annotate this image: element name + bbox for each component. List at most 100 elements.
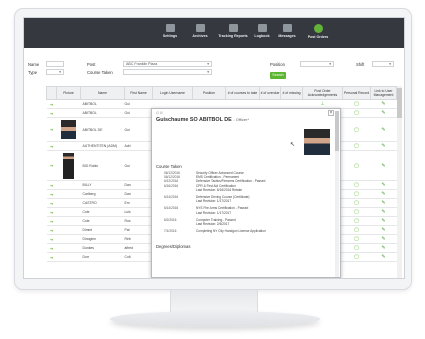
list-item: Last Revision: 1/17/2017 [164, 211, 326, 215]
print-icon[interactable]: ⎙ [156, 111, 159, 115]
expand-arrow-icon[interactable]: ➜ [46, 117, 57, 142]
record-icon[interactable]: ▢ [342, 207, 371, 217]
header-link-user-management[interactable]: Link to User Management [370, 86, 397, 100]
record-icon[interactable]: ▢ [342, 117, 371, 142]
popup-toolbar: ⎙ ▤ [156, 111, 163, 115]
edit-pencil-icon[interactable]: ✎ [370, 117, 397, 142]
header-position[interactable]: Position [192, 86, 226, 100]
header-login-username[interactable]: Login Username [152, 86, 193, 100]
nav-post-orders[interactable]: Post Orders [300, 22, 336, 46]
edit-pencil-icon[interactable]: ✎ [370, 108, 397, 118]
expand-arrow-icon[interactable]: ➜ [46, 243, 57, 253]
record-icon[interactable]: ▢ [342, 141, 371, 151]
record-icon[interactable]: ▢ [342, 225, 371, 235]
record-icon[interactable]: ▢ [342, 150, 371, 181]
header-first-name[interactable]: First Name [124, 86, 153, 100]
expand-arrow-icon[interactable]: ➜ [46, 108, 57, 118]
name-cell: Cole [80, 216, 125, 226]
record-icon[interactable]: ▢ [342, 243, 371, 253]
record-icon[interactable]: ▤ [160, 111, 163, 115]
record-icon[interactable]: ▢ [342, 234, 371, 244]
edit-pencil-icon[interactable]: ✎ [370, 141, 397, 151]
first-name-cell: Gui [124, 99, 153, 109]
picture-cell [56, 180, 81, 190]
list-item: Last Revision: 2/6/2017 [164, 222, 326, 226]
course-date [164, 222, 196, 226]
record-icon[interactable]: ▢ [342, 99, 371, 109]
close-icon[interactable]: × [328, 110, 334, 116]
expand-arrow-icon[interactable]: ➜ [46, 189, 57, 199]
picture-cell [56, 225, 81, 235]
expand-arrow-icon[interactable]: ➜ [46, 207, 57, 217]
edit-pencil-icon[interactable]: ✎ [370, 243, 397, 253]
picture-cell [56, 117, 81, 142]
expand-arrow-icon[interactable]: ➜ [46, 225, 57, 235]
avatar [63, 152, 74, 179]
edit-pencil-icon[interactable]: ✎ [370, 234, 397, 244]
position-select[interactable]: ▾ [300, 61, 334, 67]
header-personal-record[interactable]: Personal Record [342, 86, 371, 100]
expand-arrow-icon[interactable]: ➜ [46, 150, 57, 181]
name-cell: Dunkes [80, 243, 125, 253]
header-picture[interactable]: Picture [56, 86, 81, 100]
picture-cell [56, 198, 81, 208]
list-item: Last Revision: 1/17/2017 [164, 199, 326, 203]
expand-arrow-icon[interactable]: ➜ [46, 99, 57, 109]
course-text: Last Revision: 6/16/2016 Retake [196, 187, 243, 192]
record-icon[interactable]: ▢ [342, 252, 371, 262]
type-select[interactable]: ▾ [46, 69, 64, 75]
edit-pencil-icon[interactable]: ✎ [370, 216, 397, 226]
header-name[interactable]: Name [80, 86, 125, 100]
name-cell: BIG Robin [80, 150, 125, 181]
shift-select[interactable]: ▾ [372, 61, 394, 67]
expand-arrow-icon[interactable]: ➜ [46, 198, 57, 208]
popup-position: - Officer* [233, 117, 250, 122]
expand-arrow-icon[interactable]: ➜ [46, 141, 57, 151]
table-scrollbar-thumb[interactable] [397, 88, 402, 118]
header-overdue[interactable]: # of overdue [259, 86, 281, 100]
search-button[interactable]: Search [270, 72, 286, 79]
edit-pencil-icon[interactable]: ✎ [370, 180, 397, 190]
filter-bar: Name Type ▾ Post ABC Franklin Plaza ▾ Cou… [24, 52, 404, 84]
first-name-cell: Ros [124, 216, 153, 226]
edit-pencil-icon[interactable]: ✎ [370, 207, 397, 217]
name-cell: ABITBOL [80, 108, 125, 118]
course-taken-select[interactable]: ▾ [123, 69, 212, 75]
record-icon[interactable]: ▢ [342, 180, 371, 190]
edit-pencil-icon[interactable]: ✎ [370, 99, 397, 109]
edit-pencil-icon[interactable]: ✎ [370, 198, 397, 208]
course-date [164, 211, 196, 215]
edit-pencil-icon[interactable]: ✎ [370, 150, 397, 181]
name-cell: ABITBOL [80, 99, 125, 109]
picture-cell [56, 99, 81, 109]
popup-scrollbar-thumb[interactable] [335, 111, 339, 151]
course-date [164, 188, 196, 192]
edit-pencil-icon[interactable]: ✎ [370, 189, 397, 199]
nav-archives[interactable]: Archives [182, 22, 218, 46]
edit-pencil-icon[interactable]: ✎ [370, 252, 397, 262]
header-missing[interactable]: # of missing [280, 86, 303, 100]
first-name-cell: Luis [124, 207, 153, 217]
edit-pencil-icon[interactable]: ✎ [370, 225, 397, 235]
course-text: Last Revision: 1/17/2017 [196, 210, 232, 215]
expand-arrow-icon[interactable]: ➜ [46, 180, 57, 190]
record-icon[interactable]: ▢ [342, 198, 371, 208]
expand-arrow-icon[interactable]: ➜ [46, 252, 57, 262]
name-label: Name [28, 62, 40, 67]
first-name-cell: Colt [124, 252, 153, 262]
avatar [304, 129, 330, 155]
header-post-order-ack[interactable]: Post Order Acknowledgements [302, 86, 343, 100]
record-icon[interactable]: ▢ [342, 216, 371, 226]
post-label: Post [87, 62, 96, 67]
post-select[interactable]: ABC Franklin Plaza ▾ [123, 61, 212, 67]
record-icon[interactable]: ▢ [342, 189, 371, 199]
expand-arrow-icon[interactable]: ➜ [46, 216, 57, 226]
expand-arrow-icon[interactable]: ➜ [46, 234, 57, 244]
picture-cell [56, 252, 81, 262]
first-name-cell: alfred [124, 243, 153, 253]
record-icon[interactable]: ▢ [342, 108, 371, 118]
header-courses-to-take[interactable]: # of courses to take [225, 86, 260, 100]
name-input[interactable] [46, 61, 64, 67]
name-cell: ABITBOL DE [80, 117, 125, 142]
picture-cell [56, 141, 81, 151]
